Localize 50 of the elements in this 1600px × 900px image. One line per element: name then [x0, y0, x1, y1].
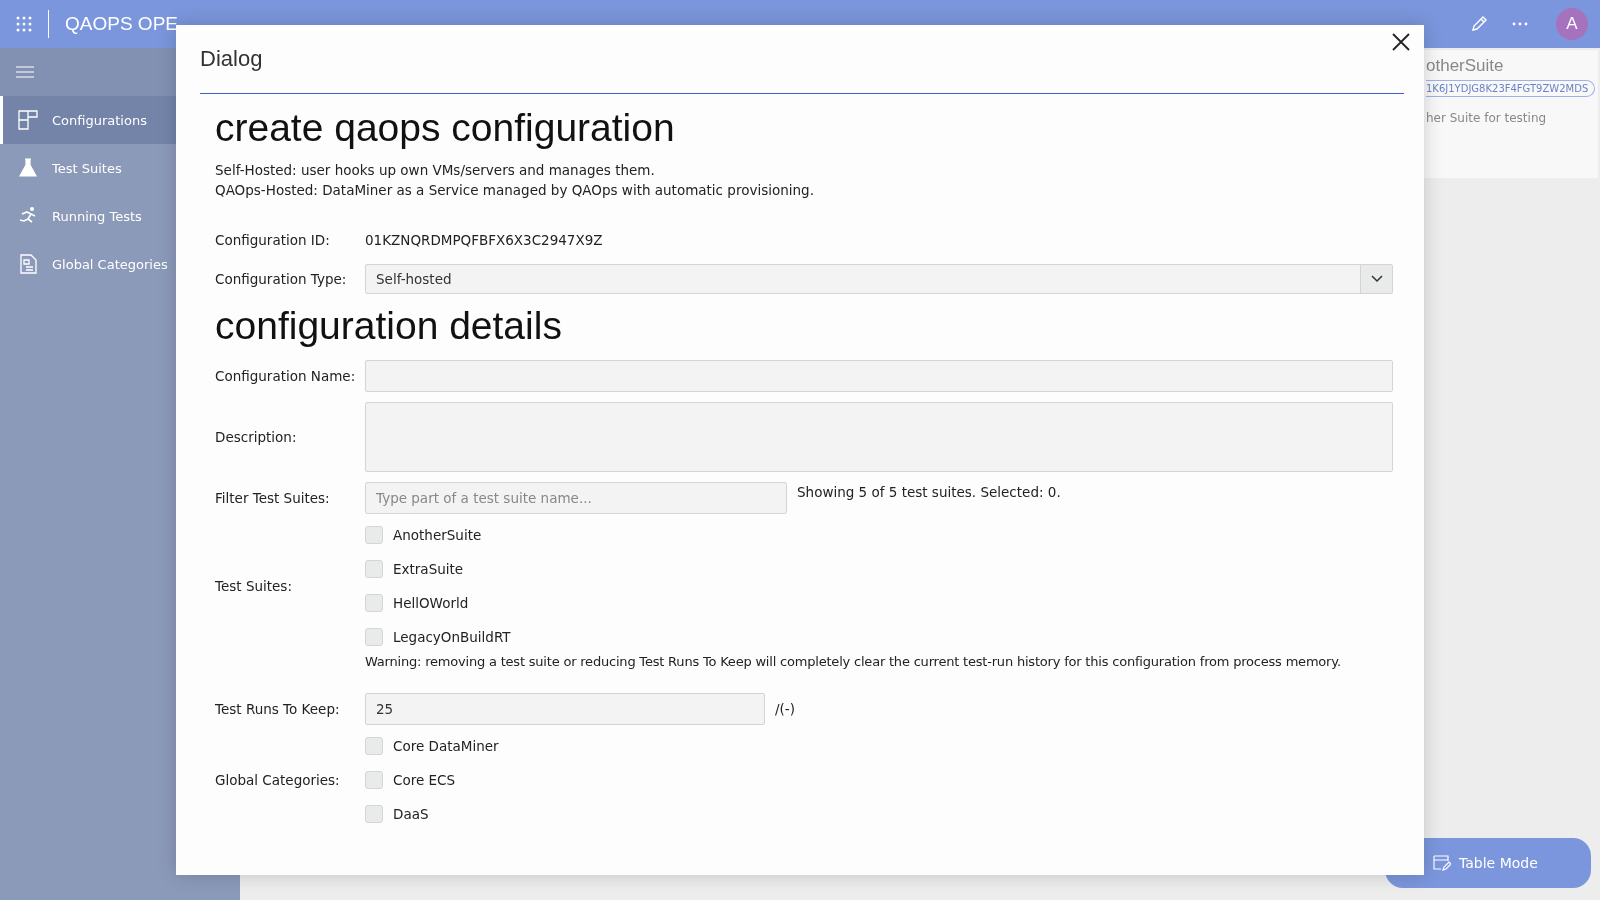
checkbox[interactable] [365, 560, 383, 578]
checkbox[interactable] [365, 628, 383, 646]
card-title: otherSuite [1426, 56, 1505, 76]
checkbox-label: Core DataMiner [393, 738, 499, 754]
filter-status: Showing 5 of 5 test suites. Selected: 0. [797, 483, 1061, 500]
runs-field[interactable]: 25 [365, 693, 765, 725]
field-label: Configuration ID: [215, 232, 331, 248]
checkbox-label: HellOWorld [393, 595, 469, 611]
description-field[interactable] [365, 402, 1393, 472]
checkbox-label: LegacyOnBuildRT [393, 629, 511, 645]
close-icon[interactable] [1392, 33, 1410, 51]
checkbox[interactable] [365, 526, 383, 544]
runner-icon [18, 206, 38, 226]
checkbox[interactable] [365, 737, 383, 755]
more-icon[interactable] [1512, 22, 1528, 26]
field-label: Description: [215, 429, 298, 445]
filter-field[interactable]: Type part of a test suite name... [365, 482, 787, 514]
pencil-icon[interactable] [1470, 15, 1488, 33]
dialog-title: Dialog [200, 46, 263, 72]
field-label: Filter Test Suites: [215, 489, 331, 506]
checkbox-label: AnotherSuite [393, 527, 482, 543]
info-text: QAOps-Hosted: DataMiner as a Service managed by QAOps with automatic provisioning. [215, 181, 815, 200]
field-label: Test Suites: [215, 578, 293, 594]
checkbox-label: ExtraSuite [393, 561, 464, 577]
card-description: her Suite for testing [1426, 111, 1548, 125]
app-grid-icon[interactable] [16, 16, 32, 32]
chevron-down-icon [1370, 275, 1383, 283]
flask-icon [18, 158, 38, 178]
field-label: Test Runs To Keep: [215, 701, 341, 717]
edit-table-icon [1433, 855, 1451, 871]
app-title: QAOPS OPE [65, 13, 178, 35]
unit-text: /(-) [775, 701, 795, 717]
user-avatar[interactable]: A [1556, 8, 1588, 40]
document-icon [18, 254, 38, 274]
name-field[interactable] [365, 360, 1393, 392]
layout-icon [18, 110, 38, 130]
checkbox[interactable] [365, 805, 383, 823]
field-label: Configuration Name: [215, 368, 357, 384]
type-dropdown[interactable]: Self-hosted [365, 264, 1393, 294]
info-text: Self-Hosted: user hooks up own VMs/servers and manages them. [215, 161, 656, 180]
checkbox-label: DaaS [393, 806, 429, 822]
checkbox-label: Core ECS [393, 772, 456, 788]
menu-icon[interactable] [16, 66, 34, 78]
checkbox[interactable] [365, 594, 383, 612]
warning-text: Warning: removing a test suite or reducing Test Runs To Keep will completely clear the current test-run history for this configuration from process memory. [365, 654, 1341, 669]
id-value: 01KZNQRDMPQFBFX6X3C2947X9Z [365, 232, 603, 248]
field-label: Configuration Type: [215, 271, 348, 287]
field-label: Global Categories: [215, 772, 341, 788]
section-heading: configuration details [215, 304, 563, 348]
checkbox[interactable] [365, 771, 383, 789]
